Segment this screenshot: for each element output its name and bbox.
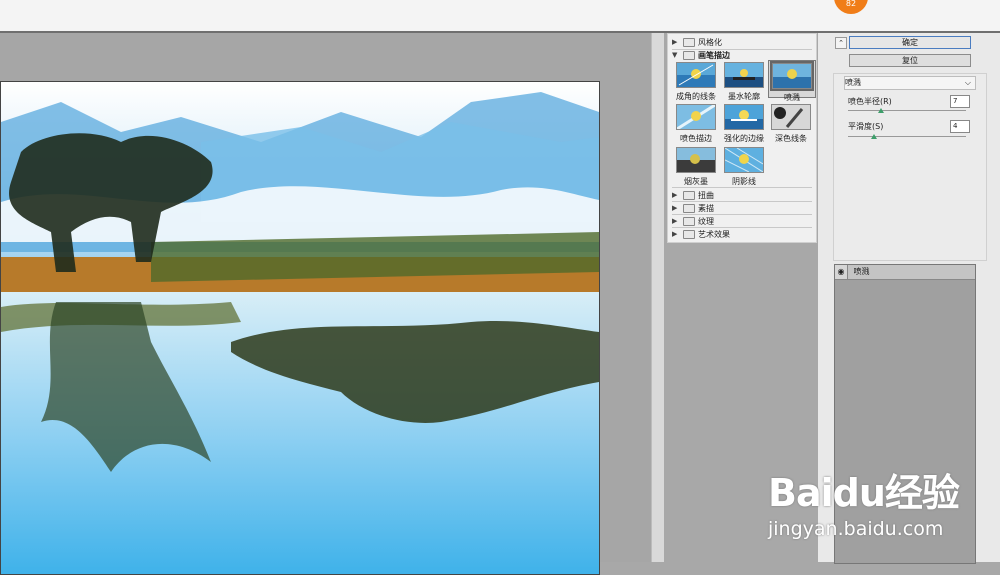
- param-label-radius: 喷色半径(R): [848, 97, 892, 106]
- watermark-logo: Baidu经验: [768, 471, 960, 515]
- thumb-label: 成角的线条: [676, 92, 716, 101]
- chevron-right-icon: ▶: [672, 191, 678, 199]
- watermark: Baidu经验 jingyan.baidu.com: [760, 462, 1000, 542]
- folder-stylize[interactable]: ▶ 风格化: [672, 36, 722, 48]
- filter-thumbnail: [771, 104, 811, 130]
- effect-layer-label: 喷溅: [853, 267, 870, 276]
- thumb-label: 强化的边缘: [724, 134, 764, 143]
- chevron-right-icon: ▶: [672, 230, 678, 238]
- radius-slider-track[interactable]: [848, 110, 966, 111]
- filter-thumb-angled-strokes[interactable]: 成角的线条: [673, 62, 719, 102]
- smoothness-slider-track[interactable]: [848, 136, 966, 137]
- filter-select-value: 喷溅: [845, 78, 861, 87]
- reset-button[interactable]: 复位: [849, 54, 971, 67]
- folder-icon: [683, 229, 695, 239]
- filter-thumbnail: [724, 62, 764, 88]
- thumb-label: 深色线条: [775, 134, 807, 143]
- radius-slider-knob[interactable]: [878, 108, 885, 113]
- param-label-smoothness: 平滑度(S): [848, 122, 884, 131]
- filter-thumb-accented-edges[interactable]: 强化的边缘: [721, 104, 767, 144]
- filter-thumb-sprayed-strokes[interactable]: 喷色描边: [673, 104, 719, 144]
- chevron-right-icon: ▶: [672, 217, 678, 225]
- filter-thumb-dark-strokes[interactable]: 深色线条: [768, 104, 814, 144]
- chevron-right-icon: ▶: [672, 204, 678, 212]
- folder-icon: [683, 50, 695, 60]
- preview-area[interactable]: [0, 33, 651, 575]
- filter-thumbnail: [770, 61, 814, 91]
- thumb-label: 墨水轮廓: [728, 92, 760, 101]
- folder-icon: [683, 37, 695, 47]
- ok-button[interactable]: 确定: [849, 36, 971, 49]
- folder-icon: [683, 216, 695, 226]
- smoothness-slider-knob[interactable]: [870, 134, 877, 139]
- folder-distort[interactable]: ▶ 扭曲: [672, 189, 714, 201]
- separator: [672, 187, 812, 188]
- filter-list: ▶ 风格化 ▼ 画笔描边 成角的线条 墨水轮廓 喷溅 喷色描边 强化的边缘 深色…: [667, 33, 817, 243]
- radius-input[interactable]: 7: [950, 95, 970, 108]
- thumb-label: 喷溅: [784, 93, 800, 102]
- filter-thumbnail: [676, 62, 716, 88]
- folder-label: 素描: [698, 203, 714, 213]
- folder-icon: [683, 190, 695, 200]
- filter-thumb-spatter[interactable]: 喷溅: [768, 60, 816, 102]
- chevron-right-icon: ▶: [672, 38, 678, 46]
- thumb-label: 阴影线: [732, 177, 756, 186]
- filter-thumb-sumi-e[interactable]: 烟灰墨: [673, 147, 719, 187]
- effect-layer-row[interactable]: ◉ 喷溅: [835, 265, 975, 280]
- filter-thumb-ink-outlines[interactable]: 墨水轮廓: [721, 62, 767, 102]
- folder-texture[interactable]: ▶ 纹理: [672, 215, 714, 227]
- filter-thumb-crosshatch[interactable]: 阴影线: [721, 147, 767, 187]
- watermark-url: jingyan.baidu.com: [768, 518, 944, 540]
- panel-divider[interactable]: [651, 33, 665, 562]
- dialog-title-bar: 82: [0, 0, 1000, 33]
- folder-label: 纹理: [698, 216, 714, 226]
- folder-artistic[interactable]: ▶ 艺术效果: [672, 228, 730, 240]
- folder-label: 扭曲: [698, 190, 714, 200]
- collapse-gallery-icon[interactable]: ⌃: [835, 37, 847, 49]
- smoothness-input[interactable]: 4: [950, 120, 970, 133]
- folder-icon: [683, 203, 695, 213]
- notification-badge: 82: [834, 0, 868, 14]
- filter-select[interactable]: 喷溅 ⌵: [844, 76, 976, 90]
- filter-thumbnail: [676, 104, 716, 130]
- filter-thumbnail: [724, 104, 764, 130]
- preview-image: [0, 81, 600, 575]
- filter-thumbnail: [724, 147, 764, 173]
- eye-icon[interactable]: ◉: [835, 265, 848, 279]
- filter-thumbnail: [676, 147, 716, 173]
- folder-label: 风格化: [698, 37, 722, 47]
- folder-label: 艺术效果: [698, 229, 730, 239]
- folder-brush-strokes[interactable]: ▼ 画笔描边: [672, 49, 730, 61]
- folder-sketch[interactable]: ▶ 素描: [672, 202, 714, 214]
- thumb-label: 喷色描边: [680, 134, 712, 143]
- chevron-down-icon: ▼: [672, 51, 678, 59]
- thumb-label: 烟灰墨: [684, 177, 708, 186]
- chevron-down-icon: ⌵: [964, 78, 971, 87]
- filter-settings: 喷溅 ⌵ 喷色半径(R) 7 平滑度(S) 4: [833, 73, 987, 261]
- folder-label: 画笔描边: [698, 50, 730, 60]
